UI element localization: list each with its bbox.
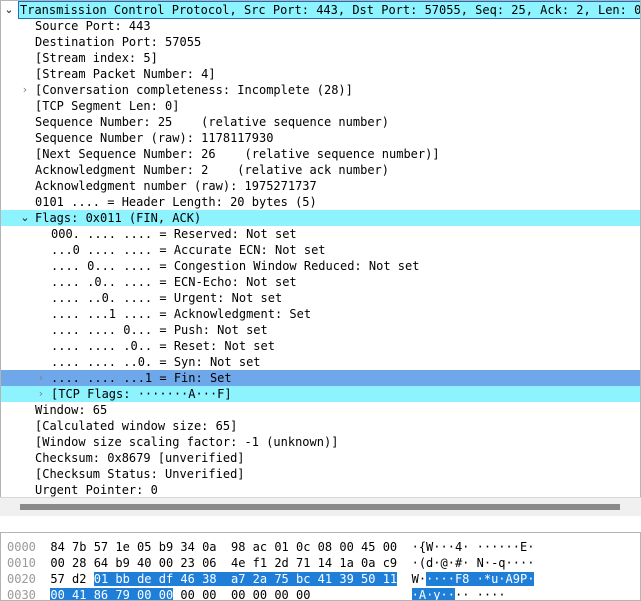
tree-row-label: Destination Port: 57055 <box>35 35 202 49</box>
tree-row[interactable]: [Next Sequence Number: 26 (relative sequ… <box>1 146 640 162</box>
hex-bytes[interactable]: 84 7b 57 1e 05 b9 34 0a 98 ac 01 0c 08 0… <box>50 540 397 554</box>
hex-offset: 0030 <box>7 588 36 601</box>
tree-row[interactable]: Acknowledgment number (raw): 1975271737 <box>1 178 640 194</box>
ascii-bytes[interactable]: ·· ···· <box>455 588 506 600</box>
chevron-right-icon[interactable]: › <box>17 82 33 98</box>
chevron-down-icon[interactable]: ⌄ <box>17 210 33 226</box>
tree-row[interactable]: [Stream Packet Number: 4] <box>1 66 640 82</box>
tree-row-label: Transmission Control Protocol, Src Port:… <box>17 1 641 19</box>
details-horizontal-scrollbar[interactable] <box>0 497 641 516</box>
tree-row-label: Urgent Pointer: 0 <box>35 483 158 497</box>
tree-row[interactable]: Source Port: 443 <box>1 18 640 34</box>
tree-row-label: 0101 .... = Header Length: 20 bytes (5) <box>35 195 317 209</box>
tree-row[interactable]: [Stream index: 5] <box>1 50 640 66</box>
tree-row-label: Acknowledgment number (raw): 1975271737 <box>35 179 317 193</box>
tree-row-label: Flags: 0x011 (FIN, ACK) <box>35 211 202 225</box>
tree-row-label: [TCP Flags: ·······A···F] <box>51 387 232 401</box>
tree-row[interactable]: [Calculated window size: 65] <box>1 418 640 434</box>
hex-dump[interactable]: 0000 84 7b 57 1e 05 b9 34 0a 98 ac 01 0c… <box>1 539 640 601</box>
tree-row[interactable]: Sequence Number (raw): 1178117930 <box>1 130 640 146</box>
tree-row[interactable]: .... ..0. .... = Urgent: Not set <box>1 290 640 306</box>
hex-bytes[interactable]: 00 28 64 b9 40 00 23 06 4e f1 2d 71 14 1… <box>50 556 397 570</box>
hex-offset: 0000 <box>7 540 36 554</box>
ascii-bytes-selected[interactable]: ·A·y·· <box>411 588 455 600</box>
tree-row[interactable]: .... ...1 .... = Acknowledgment: Set <box>1 306 640 322</box>
tree-row-label: [Stream index: 5] <box>35 51 158 65</box>
tree-row[interactable]: .... .0.. .... = ECN-Echo: Not set <box>1 274 640 290</box>
hex-offset: 0010 <box>7 556 36 570</box>
tree-row[interactable]: Urgent Pointer: 0 <box>1 482 640 498</box>
tree-row-label: Sequence Number: 25 (relative sequence n… <box>35 115 390 129</box>
ascii-bytes-selected[interactable]: ····F8 ·*u·A9P· <box>426 572 535 586</box>
tree-row[interactable]: Destination Port: 57055 <box>1 34 640 50</box>
hex-row[interactable]: 0020 57 d2 01 bb de df 46 38 a7 2a 75 bc… <box>1 571 640 587</box>
tree-row-label: .... .... 0... = Push: Not set <box>51 323 268 337</box>
chevron-right-icon[interactable]: › <box>33 386 49 402</box>
tree-row[interactable]: ...0 .... .... = Accurate ECN: Not set <box>1 242 640 258</box>
tree-row[interactable]: › [Conversation completeness: Incomplete … <box>1 82 640 98</box>
tree-row[interactable]: Window: 65 <box>1 402 640 418</box>
hex-bytes-selected[interactable]: 01 bb de df 46 38 a7 2a 75 bc 41 39 50 1… <box>93 572 398 586</box>
hex-bytes[interactable]: 00 00 00 00 00 00 <box>173 588 310 600</box>
tree-row-label: [Window size scaling factor: -1 (unknown… <box>35 435 339 449</box>
tree-row-label: [TCP Segment Len: 0] <box>35 99 180 113</box>
hex-bytes-selected[interactable]: 00 41 86 79 00 00 <box>50 588 174 600</box>
ascii-bytes[interactable]: W· <box>412 572 426 586</box>
tree-row[interactable]: [Window size scaling factor: -1 (unknown… <box>1 434 640 450</box>
tree-row[interactable]: ⌄ Flags: 0x011 (FIN, ACK) <box>1 210 640 226</box>
tree-row-label: Checksum: 0x8679 [unverified] <box>35 451 245 465</box>
tree-row-label: .... .... ..0. = Syn: Not set <box>51 355 261 369</box>
tree-row-label: ...0 .... .... = Accurate ECN: Not set <box>51 243 326 257</box>
tree-row-label: Sequence Number (raw): 1178117930 <box>35 131 274 145</box>
packet-bytes-pane[interactable]: 0000 84 7b 57 1e 05 b9 34 0a 98 ac 01 0c… <box>0 532 641 601</box>
tree-row-label: .... 0... .... = Congestion Window Reduc… <box>51 259 420 273</box>
tree-row-label: .... .... .0.. = Reset: Not set <box>51 339 275 353</box>
tree-row-label: Acknowledgment Number: 2 (relative ack n… <box>35 163 390 177</box>
tree-row[interactable]: 000. .... .... = Reserved: Not set <box>1 226 640 242</box>
tree-row[interactable]: .... .... .0.. = Reset: Not set <box>1 338 640 354</box>
tree-row[interactable]: ⌄ Transmission Control Protocol, Src Port… <box>1 1 641 19</box>
tree-row[interactable]: .... .... ..0. = Syn: Not set <box>1 354 640 370</box>
scrollbar-thumb[interactable] <box>20 504 620 510</box>
tree-row-label: [Stream Packet Number: 4] <box>35 67 216 81</box>
tree-row[interactable]: Sequence Number: 25 (relative sequence n… <box>1 114 640 130</box>
hex-bytes[interactable]: 57 d2 <box>50 572 93 586</box>
ascii-bytes[interactable]: ·{W···4· ······E· <box>412 540 535 554</box>
hex-offset: 0020 <box>7 572 36 586</box>
packet-details-pane[interactable]: ⌄ Transmission Control Protocol, Src Port… <box>0 0 641 516</box>
tree-row[interactable]: ›.... .... ...1 = Fin: Set <box>1 370 640 386</box>
tree-row-label: .... ..0. .... = Urgent: Not set <box>51 291 283 305</box>
protocol-tree[interactable]: ⌄ Transmission Control Protocol, Src Port… <box>1 1 640 514</box>
tree-row[interactable]: Acknowledgment Number: 2 (relative ack n… <box>1 162 640 178</box>
tree-row-label: .... .... ...1 = Fin: Set <box>51 371 232 385</box>
tree-row-label: [Checksum Status: Unverified] <box>35 467 245 481</box>
tree-row[interactable]: [TCP Segment Len: 0] <box>1 98 640 114</box>
hex-row[interactable]: 0030 00 41 86 79 00 00 00 00 00 00 00 00… <box>1 587 640 601</box>
tree-row[interactable]: 0101 .... = Header Length: 20 bytes (5) <box>1 194 640 210</box>
tree-row-label: [Conversation completeness: Incomplete (… <box>35 83 353 97</box>
tree-row[interactable]: .... .... 0... = Push: Not set <box>1 322 640 338</box>
chevron-down-icon[interactable]: ⌄ <box>1 2 17 18</box>
hex-row[interactable]: 0000 84 7b 57 1e 05 b9 34 0a 98 ac 01 0c… <box>1 539 640 555</box>
tree-row[interactable]: [Checksum Status: Unverified] <box>1 466 640 482</box>
tree-row[interactable]: .... 0... .... = Congestion Window Reduc… <box>1 258 640 274</box>
tree-row-label: Window: 65 <box>35 403 108 417</box>
tree-row[interactable]: › [TCP Flags: ·······A···F] <box>1 386 640 402</box>
tree-row-label: [Calculated window size: 65] <box>35 419 238 433</box>
tree-row-label: 000. .... .... = Reserved: Not set <box>51 227 297 241</box>
hex-row[interactable]: 0010 00 28 64 b9 40 00 23 06 4e f1 2d 71… <box>1 555 640 571</box>
tree-row-label: [Next Sequence Number: 26 (relative sequ… <box>35 147 440 161</box>
ascii-bytes[interactable]: ·(d·@·#· N·-q···· <box>412 556 535 570</box>
tree-row-label: .... .0.. .... = ECN-Echo: Not set <box>51 275 297 289</box>
tree-row[interactable]: Checksum: 0x8679 [unverified] <box>1 450 640 466</box>
chevron-right-icon[interactable]: › <box>33 370 49 386</box>
tree-row-label: .... ...1 .... = Acknowledgment: Set <box>51 307 312 321</box>
tree-row-label: Source Port: 443 <box>35 19 151 33</box>
